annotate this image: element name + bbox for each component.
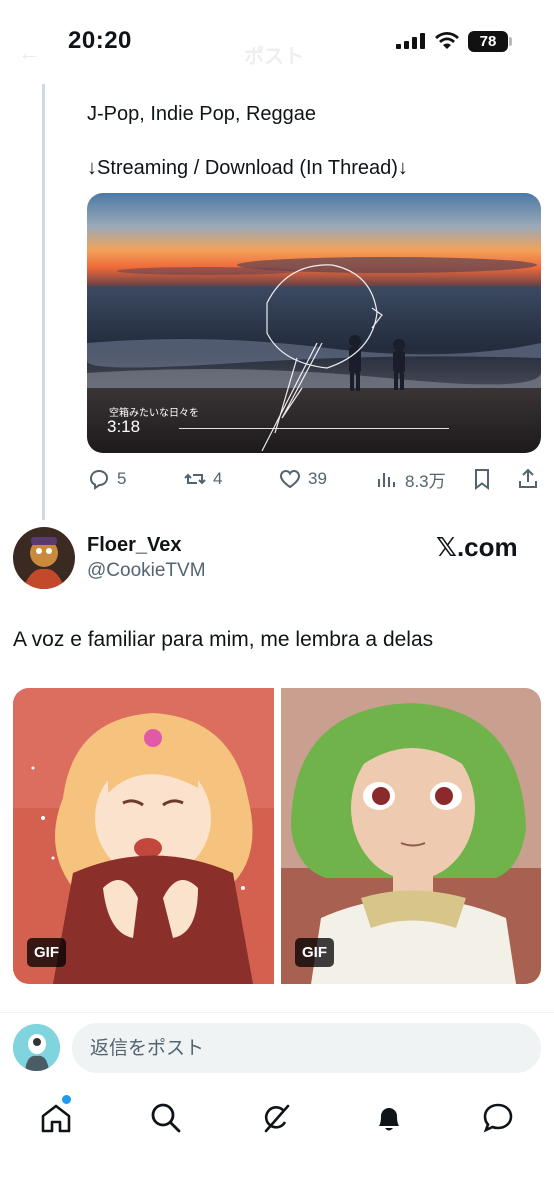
bottom-navigation — [0, 1095, 554, 1145]
grok-icon — [264, 1104, 290, 1133]
author-display-name[interactable]: Floer_Vex — [87, 534, 182, 557]
nav-search[interactable] — [149, 1101, 183, 1135]
video-duration: 3:18 — [107, 417, 141, 436]
like-button[interactable]: 39 — [278, 466, 327, 492]
gif-badge-1: GIF — [27, 938, 66, 967]
post-text: A voz e familiar para mim, me lembra a d… — [13, 628, 434, 651]
my-avatar-image — [13, 1024, 60, 1071]
notifications-icon — [379, 1108, 399, 1131]
back-arrow-icon[interactable]: ← — [18, 40, 40, 66]
repost-count: 4 — [213, 469, 223, 488]
reply-button[interactable]: 5 — [87, 466, 126, 492]
video-progress-bar[interactable] — [179, 428, 449, 429]
author-avatar[interactable] — [13, 527, 75, 589]
messages-icon — [483, 1103, 513, 1133]
source-label: 𝕏.com — [436, 532, 518, 562]
nav-home[interactable] — [39, 1101, 73, 1135]
bookmark-button[interactable] — [470, 466, 494, 492]
thread-connector-line — [42, 84, 45, 520]
analytics-icon — [378, 473, 395, 487]
home-icon — [41, 1104, 71, 1133]
gif-media-2[interactable]: GIF — [281, 688, 541, 984]
search-icon — [151, 1103, 181, 1133]
clock: 20:20 — [68, 27, 132, 54]
reply-icon — [89, 469, 109, 490]
share-button[interactable] — [516, 466, 540, 492]
reply-input[interactable] — [72, 1023, 541, 1073]
wifi-icon — [435, 32, 459, 49]
battery-nub — [509, 37, 512, 46]
repost-icon — [184, 473, 206, 485]
repost-button[interactable]: 4 — [183, 466, 222, 492]
header-title: ポスト — [244, 46, 304, 68]
previous-post-genres: J-Pop, Indie Pop, Reggae — [87, 103, 317, 125]
view-count: 8.3万 — [405, 471, 446, 491]
bookmark-icon — [475, 469, 489, 490]
previous-post-streaming-note: ↓Streaming / Download (In Thread)↓ — [87, 157, 408, 179]
nav-messages[interactable] — [481, 1101, 515, 1135]
unread-indicator-dot — [62, 1095, 71, 1104]
nav-grok[interactable] — [260, 1101, 294, 1135]
avatar-image — [13, 527, 75, 589]
share-icon — [519, 468, 537, 488]
heart-icon — [279, 469, 301, 489]
my-avatar[interactable] — [13, 1024, 60, 1071]
gif-media-1[interactable]: GIF — [13, 688, 274, 984]
views-button[interactable]: 8.3万 — [375, 466, 446, 492]
like-count: 39 — [308, 469, 327, 488]
post-action-bar: 5 4 39 8.3万 — [87, 466, 541, 492]
gif-badge-2: GIF — [295, 938, 334, 967]
cellular-signal-icon — [396, 33, 425, 49]
video-player[interactable]: 空箱みたいな日々を 3:18 — [87, 193, 541, 453]
status-bar: ← ポスト 20:20 78 — [0, 0, 554, 84]
reply-count: 5 — [117, 469, 127, 488]
author-handle[interactable]: @CookieTVM — [87, 560, 206, 582]
battery-indicator: 78 — [468, 31, 508, 52]
reply-divider — [0, 1012, 554, 1013]
nav-notifications[interactable] — [372, 1101, 406, 1135]
